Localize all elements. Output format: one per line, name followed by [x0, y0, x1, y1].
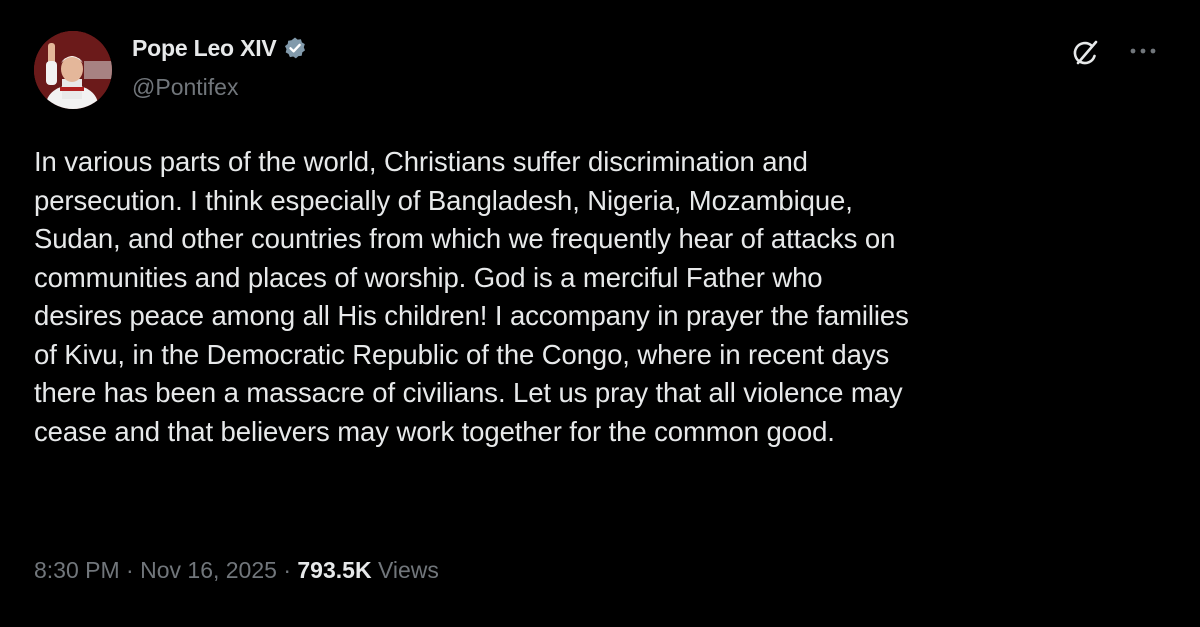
verified-badge-icon[interactable] [283, 36, 307, 60]
name-row: Pope Leo XIV [132, 33, 307, 63]
tweet-meta: 8:30 PM · Nov 16, 2025 · 793.5K Views [34, 557, 439, 584]
views-label: Views [371, 557, 439, 583]
avatar[interactable] [34, 31, 112, 109]
tweet-card: Pope Leo XIV @Pontifex In various parts … [0, 0, 1200, 627]
views-count[interactable]: 793.5K [297, 557, 371, 584]
user-handle[interactable]: @Pontifex [132, 74, 238, 101]
more-icon[interactable] [1125, 36, 1161, 66]
tweet-date[interactable]: Nov 16, 2025 [140, 557, 277, 584]
display-name[interactable]: Pope Leo XIV [132, 35, 277, 62]
tweet-text: In various parts of the world, Christian… [34, 146, 909, 447]
meta-separator: · [119, 557, 141, 583]
avatar-photo [34, 31, 112, 109]
tweet-time[interactable]: 8:30 PM [34, 557, 120, 584]
grok-icon[interactable] [1069, 36, 1103, 70]
meta-separator: · [276, 557, 298, 583]
